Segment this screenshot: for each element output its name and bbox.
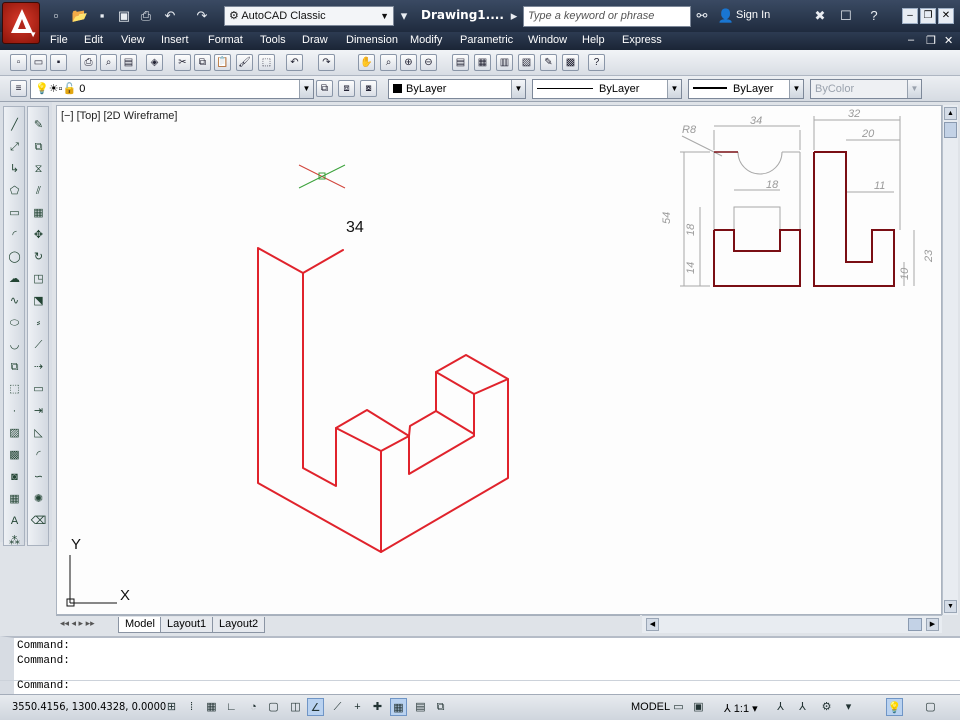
workspace-switching-icon[interactable]: ⚙: [818, 698, 835, 716]
selection-cycling-icon[interactable]: ⧉: [432, 698, 449, 716]
lineweight-icon[interactable]: ✚: [369, 698, 386, 716]
annotation-scale-value: 1:1: [733, 703, 750, 715]
ortho-mode-icon[interactable]: ∟: [223, 698, 240, 716]
annotation-visibility-icon[interactable]: ⅄: [772, 698, 789, 716]
tab-model[interactable]: Model: [118, 617, 162, 633]
grid-display-icon[interactable]: ▦: [203, 698, 220, 716]
dim-14: 14: [685, 262, 697, 274]
dim-32: 32: [848, 108, 860, 120]
command-history-line: Command:: [17, 640, 70, 652]
horizontal-scrollbar[interactable]: ◀ ▶: [642, 615, 942, 633]
dynamic-ucs-icon[interactable]: ⟋: [329, 698, 346, 716]
drawing-layer: 34 R8 34 32 20 18 11 54 18 14 23 10 Y X: [66, 108, 935, 607]
vertical-scrollbar[interactable]: ▲ ▼: [942, 105, 958, 615]
horizontal-scroll-thumb[interactable]: [908, 618, 922, 631]
vertical-scroll-thumb[interactable]: [944, 122, 957, 138]
dim-11: 11: [874, 180, 885, 192]
object-snap-tracking-icon[interactable]: ∠: [307, 698, 324, 716]
dim-r8: R8: [682, 124, 697, 136]
reference-views: R8 34 32 20 18 11 54 18 14 23 10: [661, 108, 935, 287]
quick-properties-icon[interactable]: ▤: [412, 698, 429, 716]
transparency-icon[interactable]: ▦: [390, 698, 407, 716]
dim-54: 54: [661, 212, 673, 224]
isometric-model[interactable]: [257, 247, 509, 553]
scroll-left-icon[interactable]: ◀: [646, 618, 659, 631]
command-prompt[interactable]: Command:: [17, 680, 70, 692]
ucs-x-label: X: [120, 587, 130, 604]
isolate-objects-icon[interactable]: 💡: [886, 698, 903, 716]
clean-screen-icon[interactable]: ▢: [922, 698, 939, 716]
object-snap-icon[interactable]: ▢: [265, 698, 282, 716]
3d-object-snap-icon[interactable]: ◫: [287, 698, 304, 716]
dim-18-side: 18: [685, 223, 697, 236]
tab-layout1[interactable]: Layout1: [160, 617, 214, 633]
scroll-up-icon[interactable]: ▲: [944, 107, 957, 120]
tab-nav-arrows-icon[interactable]: ◂◂ ◂ ▸ ▸▸: [60, 618, 95, 629]
dim-20: 20: [861, 128, 875, 140]
ucs-y-label: Y: [71, 536, 81, 553]
layout-tabs: ◂◂ ◂ ▸ ▸▸ Model Layout1 Layout2: [56, 615, 640, 633]
scroll-down-icon[interactable]: ▼: [944, 600, 957, 613]
toolbar-lock-icon[interactable]: ▾: [840, 698, 857, 716]
ucs-icon: [66, 555, 117, 607]
dimension-value-text: 34: [346, 219, 364, 236]
command-history-line: Command:: [17, 655, 70, 667]
dim-10: 10: [899, 267, 911, 280]
crosshair-cursor: [298, 164, 346, 189]
annotation-scale[interactable]: ⅄ 1:1 ▾: [724, 702, 758, 715]
snap-mode-icon[interactable]: ⁞: [183, 698, 200, 716]
polar-tracking-icon[interactable]: ◔: [245, 698, 262, 716]
dim-18-top: 18: [766, 179, 779, 191]
tab-layout2[interactable]: Layout2: [212, 617, 266, 633]
dim-23: 23: [923, 249, 935, 263]
model-space-button[interactable]: MODEL: [631, 698, 670, 716]
auto-scale-icon[interactable]: ⅄: [794, 698, 811, 716]
dim-34: 34: [750, 115, 762, 127]
dynamic-input-icon[interactable]: +: [349, 698, 366, 716]
coordinate-display[interactable]: 3550.4156, 1300.4328, 0.0000: [12, 700, 166, 713]
quick-view-drawings-icon[interactable]: ▣: [690, 698, 707, 716]
quick-view-layouts-icon[interactable]: ▭: [670, 698, 687, 716]
application-menu-button[interactable]: ▼: [2, 2, 40, 44]
scroll-right-icon[interactable]: ▶: [926, 618, 939, 631]
